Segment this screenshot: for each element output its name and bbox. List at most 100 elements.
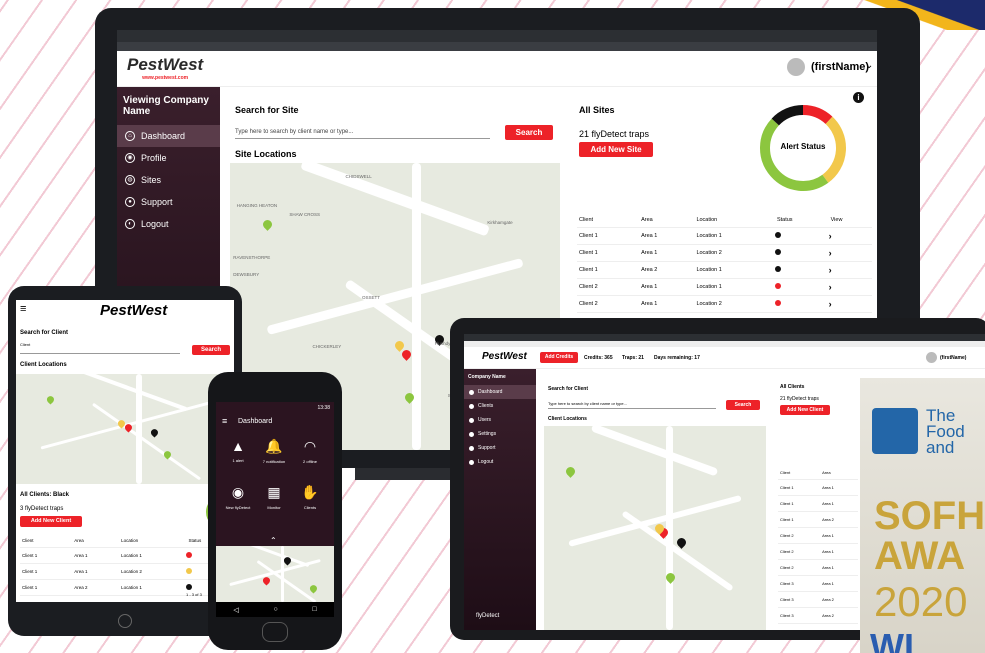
table-row[interactable]: Client 1 Area 2 — [778, 511, 858, 528]
tile-qr[interactable]: ▦ Monitor — [256, 480, 292, 526]
settings-icon — [469, 431, 474, 437]
sidebar-item-dashboard[interactable]: Dashboard — [464, 385, 536, 399]
table-cell: Area 2 — [820, 607, 858, 624]
table-cell: Client 2 — [778, 543, 821, 560]
search-button[interactable]: Search — [726, 400, 760, 410]
table-row[interactable]: Client 3 Area 2 — [778, 591, 858, 608]
tile-wifi[interactable]: ◠ 2 offline — [292, 434, 328, 480]
add-new-site-button[interactable]: Add New Site — [579, 142, 653, 157]
pestwest-logo[interactable]: PestWest www.pestwest.com — [127, 55, 203, 81]
sidebar-item-users[interactable]: Users — [464, 413, 536, 427]
tile-label: Clients — [303, 505, 317, 510]
chevron-right-icon[interactable]: › — [829, 282, 832, 292]
search-button[interactable]: Search — [192, 345, 230, 355]
back-icon[interactable]: ◁ — [233, 606, 238, 614]
chevron-right-icon[interactable]: › — [829, 265, 832, 275]
recents-icon[interactable]: □ — [312, 606, 316, 613]
avatar[interactable] — [787, 58, 805, 76]
trap-count: 21 flyDetect traps — [780, 396, 819, 402]
map-place-label: RAVENSTHORPE — [233, 254, 271, 260]
table-cell: Area 1 — [820, 575, 858, 592]
chevron-right-icon[interactable]: › — [829, 248, 832, 258]
user-name[interactable]: (firstName) — [940, 355, 966, 361]
android-nav: ◁ ○ □ — [216, 602, 334, 617]
home-button[interactable] — [118, 614, 132, 628]
table-cell: Location 1 — [119, 547, 187, 564]
table-cell: Client 1 — [577, 244, 640, 262]
hamburger-icon[interactable]: ≡ — [20, 303, 26, 315]
table-row[interactable]: Client 2 Area 1 — [778, 527, 858, 544]
table-row[interactable]: Client 2 Area 1 Location 2 › — [577, 295, 872, 313]
table-row[interactable]: Client 1 Area 1 — [778, 495, 858, 512]
sidebar-item-logout[interactable]: Logout — [464, 455, 536, 469]
add-credits-button[interactable]: Add Credits — [540, 352, 578, 363]
sidebar-item-label: Support — [478, 445, 496, 451]
sidebar-item-clients[interactable]: Clients — [464, 399, 536, 413]
table-row[interactable]: Client 1 Area 1 — [778, 479, 858, 496]
table-row[interactable]: Client 3 Area 2 — [778, 607, 858, 624]
map-pin-icon[interactable] — [564, 464, 578, 478]
eye-icon: ◉ — [231, 484, 245, 500]
table-row[interactable]: Client 1 Area 1 Location 2 — [20, 563, 232, 580]
collapse-chevron-icon[interactable]: ⌃ — [270, 536, 277, 545]
view-cell[interactable]: › — [828, 244, 872, 262]
client-map[interactable] — [16, 374, 234, 484]
phone-map[interactable] — [216, 546, 334, 602]
table-row[interactable]: Client 1 Area 1 Location 2 › — [577, 244, 872, 262]
tile-bell[interactable]: 🔔 7 notification — [256, 434, 292, 480]
client-input[interactable]: Client — [20, 342, 180, 354]
pagination: 1 - 3 of 3 — [186, 592, 202, 597]
table-row[interactable]: Client 2 Area 1 Location 1 › — [577, 278, 872, 296]
browser-urlbar[interactable] — [117, 42, 877, 51]
table-row[interactable]: Client 3 Area 1 — [778, 575, 858, 592]
laptop-logo[interactable]: PestWest — [482, 351, 527, 362]
phone-home-button[interactable] — [262, 622, 288, 642]
view-cell[interactable]: › — [828, 295, 872, 313]
tablet-logo[interactable]: PestWest — [100, 302, 167, 319]
sidebar-item-dashboard[interactable]: ⌂ Dashboard — [117, 125, 220, 147]
table-row[interactable]: Client 2 Area 1 — [778, 559, 858, 576]
view-cell[interactable]: › — [828, 278, 872, 296]
table-row[interactable]: Client 2 Area 1 — [778, 543, 858, 560]
view-cell[interactable]: › — [828, 227, 872, 245]
map-place-label: HANGING HEATON — [236, 203, 278, 209]
client-map[interactable] — [544, 426, 766, 630]
sidebar-item-sites[interactable]: ◍ Sites — [117, 169, 220, 191]
tile-handshake[interactable]: ✋ Clients — [292, 480, 328, 526]
map-pin-icon[interactable] — [45, 394, 56, 405]
handshake-icon: ✋ — [301, 484, 319, 500]
map-pin-icon[interactable] — [308, 583, 320, 594]
view-cell[interactable]: › — [828, 261, 872, 279]
sidebar-item-support[interactable]: ● Support — [117, 191, 220, 213]
user-chevron-icon[interactable]: ⌄ — [865, 60, 873, 71]
chevron-right-icon[interactable]: › — [829, 231, 832, 241]
sidebar-item-logout[interactable]: ◐ Logout — [117, 213, 220, 235]
table-row[interactable]: Client 1 Area 2 Location 1 › — [577, 261, 872, 279]
table-row[interactable]: Client 1 Area 1 Location 1 — [20, 547, 232, 564]
sidebar-item-support[interactable]: Support — [464, 441, 536, 455]
home-icon[interactable]: ○ — [273, 606, 277, 613]
add-new-client-button[interactable]: Add New Client — [780, 405, 830, 415]
tile-label: Monitor — [267, 505, 281, 510]
sites-icon: ◍ — [125, 175, 135, 185]
add-new-client-button[interactable]: Add New Client — [20, 516, 82, 527]
map-pin-icon[interactable] — [261, 218, 274, 232]
user-name[interactable]: (firstName) — [811, 61, 869, 73]
map-pin-icon[interactable] — [149, 427, 160, 438]
hamburger-icon[interactable]: ≡ — [222, 416, 227, 426]
award-card: The Food and SOFH AWA 2020 WI — [860, 378, 985, 653]
tile-alert[interactable]: ▲ 1 alert — [220, 434, 256, 480]
avatar[interactable] — [926, 352, 937, 363]
status-time: 13:38 — [317, 405, 330, 411]
chevron-right-icon[interactable]: › — [829, 299, 832, 309]
info-icon[interactable]: i — [853, 92, 864, 103]
table-row[interactable]: Client 1 Area 1 Location 1 › — [577, 227, 872, 245]
phone-screen: 13:38 ≡ Dashboard ▲ 1 alert 🔔 7 notificatio… — [216, 402, 334, 617]
search-button[interactable]: Search — [505, 125, 553, 140]
search-input[interactable]: Type here to search by client name or ty… — [235, 129, 490, 139]
sidebar-item-settings[interactable]: Settings — [464, 427, 536, 441]
search-input[interactable]: Type here to search by client name or ty… — [548, 401, 716, 409]
sidebar-item-profile[interactable]: ◉ Profile — [117, 147, 220, 169]
tile-eye[interactable]: ◉ New flyDetect — [220, 480, 256, 526]
map-place-label: SHAW CROSS — [289, 211, 320, 217]
